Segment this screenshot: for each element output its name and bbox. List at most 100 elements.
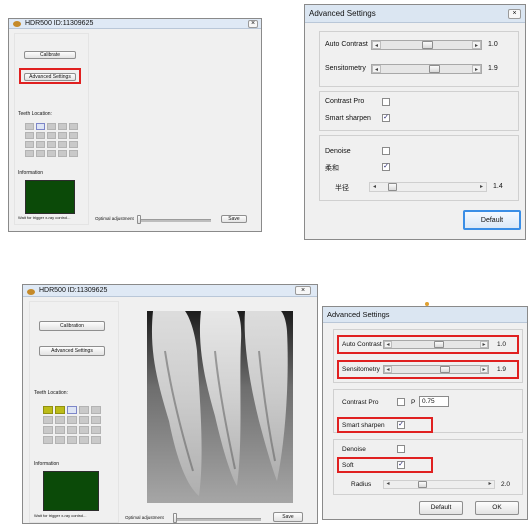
default-button[interactable]: Default (419, 501, 463, 515)
tooth-cell[interactable] (58, 132, 67, 139)
tooth-cell[interactable] (58, 141, 67, 148)
tooth-cell[interactable] (47, 150, 56, 157)
sensitometry-value: 1.9 (488, 65, 498, 72)
sensitometry-slider[interactable]: ◂ ▸ (371, 64, 482, 74)
slider-right-arrow-icon[interactable]: ▸ (472, 65, 481, 73)
denoise-checkbox[interactable] (382, 147, 390, 155)
tooth-cell[interactable] (79, 436, 89, 444)
sensitometry-thumb[interactable] (440, 366, 450, 373)
tooth-cell[interactable] (36, 141, 45, 148)
radius-thumb[interactable] (388, 183, 397, 191)
soft-checkbox[interactable]: ✓ (382, 163, 390, 171)
auto-contrast-value: 1.0 (488, 41, 498, 48)
tooth-cell[interactable] (79, 416, 89, 424)
tooth-cell[interactable] (43, 416, 53, 424)
tooth-cell[interactable] (67, 416, 77, 424)
hdr500-window-top: HDR500 ID:11309625 × Calibrate Advanced … (8, 18, 262, 232)
tooth-cell[interactable] (36, 132, 45, 139)
denoise-checkbox[interactable] (397, 445, 405, 453)
tooth-cell[interactable] (47, 132, 56, 139)
tooth-cell[interactable] (43, 426, 53, 434)
tooth-cell[interactable] (25, 141, 34, 148)
tooth-cell[interactable] (47, 141, 56, 148)
slider-right-arrow-icon[interactable]: ▸ (480, 366, 488, 373)
dialog-titlebar: Advanced Settings (323, 307, 527, 323)
sensitometry-slider[interactable]: ◂ ▸ (383, 365, 489, 374)
save-button[interactable]: Save (273, 512, 303, 522)
tooth-cell[interactable] (67, 436, 77, 444)
calibration-button[interactable]: Calibration (39, 321, 105, 331)
tooth-cell[interactable] (36, 150, 45, 157)
slider-left-arrow-icon[interactable]: ◂ (384, 481, 392, 488)
advanced-settings-button[interactable]: Advanced Settings (39, 346, 105, 356)
dialog-title: Advanced Settings (327, 310, 390, 319)
denoise-label: Denoise (342, 446, 366, 453)
auto-contrast-slider[interactable]: ◂ ▸ (383, 340, 489, 349)
slider-left-arrow-icon[interactable]: ◂ (384, 341, 392, 348)
tooth-cell[interactable] (25, 123, 34, 130)
contrast-pro-checkbox[interactable] (382, 98, 390, 106)
p-value-input[interactable]: 0.75 (419, 396, 449, 407)
tooth-cell-selected[interactable] (43, 406, 53, 414)
sensitometry-thumb[interactable] (429, 65, 440, 73)
slider-left-arrow-icon[interactable]: ◂ (370, 183, 379, 191)
optimal-adjustment-label: Optimal adjustment (125, 515, 164, 520)
save-button[interactable]: Save (221, 215, 247, 223)
slider-right-arrow-icon[interactable]: ▸ (477, 183, 486, 191)
tooth-cell[interactable] (91, 436, 101, 444)
tooth-cell[interactable] (79, 406, 89, 414)
information-label: Information (18, 170, 44, 176)
sharpen-group (319, 91, 519, 131)
tooth-cell[interactable] (79, 426, 89, 434)
auto-contrast-thumb[interactable] (422, 41, 433, 49)
radius-thumb[interactable] (418, 481, 427, 488)
close-button[interactable]: × (295, 286, 311, 295)
ok-button[interactable]: OK (475, 501, 519, 515)
tooth-cell-selected[interactable] (55, 406, 65, 414)
tooth-cell[interactable] (91, 406, 101, 414)
slider-right-arrow-icon[interactable]: ▸ (480, 341, 488, 348)
optimal-adjustment-track[interactable] (137, 219, 211, 222)
tooth-cell-selected[interactable] (67, 406, 77, 414)
contrast-pro-checkbox[interactable] (397, 398, 405, 406)
tooth-cell[interactable] (69, 123, 78, 130)
optimal-adjustment-thumb[interactable] (173, 513, 177, 523)
tooth-cell[interactable] (58, 123, 67, 130)
tooth-cell[interactable] (25, 150, 34, 157)
tooth-cell[interactable] (91, 426, 101, 434)
slider-right-arrow-icon[interactable]: ▸ (486, 481, 494, 488)
smart-sharpen-checkbox[interactable]: ✓ (382, 114, 390, 122)
app-logo-icon (13, 21, 21, 27)
contrast-pro-label: Contrast Pro (342, 399, 379, 406)
tooth-cell[interactable] (69, 150, 78, 157)
tooth-cell[interactable] (25, 132, 34, 139)
soft-checkbox[interactable]: ✓ (397, 461, 405, 469)
slider-left-arrow-icon[interactable]: ◂ (372, 41, 381, 49)
optimal-adjustment-thumb[interactable] (137, 215, 141, 224)
tooth-cell[interactable] (47, 123, 56, 130)
tooth-cell[interactable] (69, 132, 78, 139)
default-button[interactable]: Default (463, 210, 521, 230)
auto-contrast-slider[interactable]: ◂ ▸ (371, 40, 482, 50)
tooth-cell[interactable] (43, 436, 53, 444)
calibrate-button[interactable]: Calibrate (24, 51, 76, 59)
optimal-adjustment-track[interactable] (173, 518, 261, 521)
tooth-cell[interactable] (67, 426, 77, 434)
tooth-cell[interactable] (55, 416, 65, 424)
slider-left-arrow-icon[interactable]: ◂ (372, 65, 381, 73)
radius-slider[interactable]: ◂ ▸ (383, 480, 495, 489)
tooth-cell-selected[interactable] (36, 123, 45, 130)
auto-contrast-thumb[interactable] (434, 341, 444, 348)
tooth-cell[interactable] (69, 141, 78, 148)
slider-left-arrow-icon[interactable]: ◂ (384, 366, 392, 373)
slider-right-arrow-icon[interactable]: ▸ (472, 41, 481, 49)
tooth-cell[interactable] (91, 416, 101, 424)
tooth-cell[interactable] (55, 426, 65, 434)
hdr500-window-bottom: HDR500 ID:11309625 × Calibration Advance… (22, 284, 318, 524)
radius-slider[interactable]: ◂ ▸ (369, 182, 487, 192)
smart-sharpen-checkbox[interactable]: ✓ (397, 421, 405, 429)
tooth-cell[interactable] (58, 150, 67, 157)
close-button[interactable]: × (508, 9, 521, 19)
tooth-cell[interactable] (55, 436, 65, 444)
close-button[interactable]: × (248, 20, 258, 28)
